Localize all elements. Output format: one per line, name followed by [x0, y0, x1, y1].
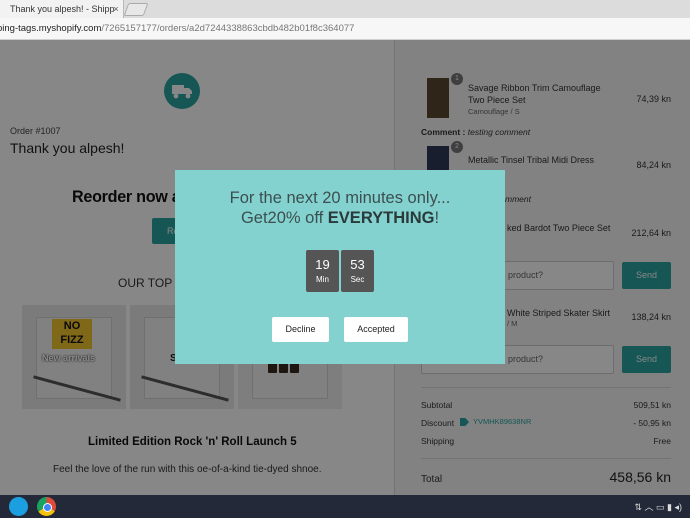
minutes-unit: Min [316, 275, 329, 284]
countdown-minutes: 19 Min [306, 250, 339, 292]
discount-popup: For the next 20 minutes only... Get20% o… [175, 170, 505, 364]
url-host: ping-tags.myshopify.com [0, 23, 102, 34]
new-tab-button[interactable] [123, 3, 149, 16]
browser-tab[interactable]: Thank you alpesh! - Shipp [0, 0, 124, 18]
countdown-seconds: 53 Sec [341, 250, 374, 292]
minutes-value: 19 [315, 257, 330, 272]
skype-icon[interactable] [9, 497, 28, 516]
seconds-unit: Sec [350, 275, 365, 284]
seconds-value: 53 [350, 257, 365, 272]
windows-taskbar: ⇅ ︿ ▭ ▮ ◂) [0, 495, 690, 518]
system-tray[interactable]: ⇅ ︿ ▭ ▮ ◂) [634, 500, 682, 513]
popup-headline: For the next 20 minutes only... [229, 189, 451, 207]
offer-suffix: ! [434, 209, 440, 227]
tab-title: Thank you alpesh! - Shipp [10, 4, 115, 14]
offer-emphasis: EVERYTHING [327, 209, 435, 227]
popup-offer: Get20% off EVERYTHING! [175, 209, 505, 228]
close-tab-icon[interactable]: × [110, 0, 122, 18]
url-text[interactable]: ping-tags.myshopify.com/7265157177/order… [0, 22, 354, 36]
chrome-icon[interactable] [37, 497, 56, 516]
page-content: Order #1007 Thank you alpesh! Reorder no… [0, 40, 690, 495]
url-path: /7265157177/orders/a2d7244338863cbdb482b… [101, 23, 355, 34]
address-bar[interactable]: ping-tags.myshopify.com/7265157177/order… [0, 18, 690, 40]
decline-button[interactable]: Decline [272, 317, 329, 342]
offer-prefix: Get20% off [240, 209, 328, 227]
browser-tab-bar: Thank you alpesh! - Shipp × [0, 0, 690, 18]
accept-button[interactable]: Accepted [344, 317, 408, 342]
